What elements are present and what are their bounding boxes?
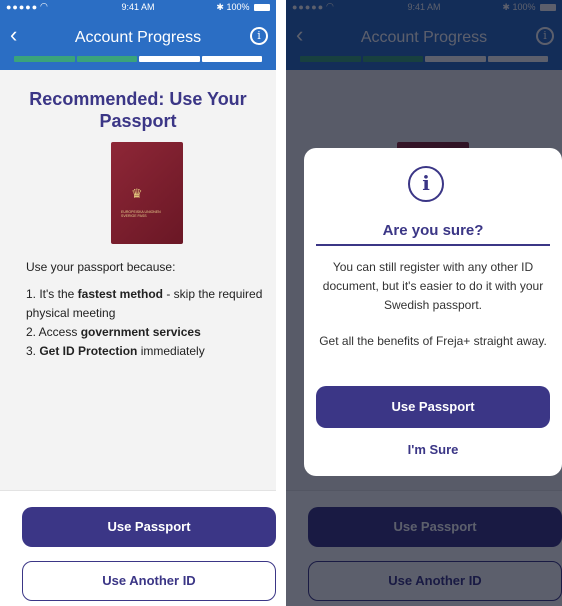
progress-step	[139, 56, 200, 62]
confirm-dialog: i Are you sure? You can still register w…	[304, 148, 562, 476]
dialog-title: Are you sure?	[382, 222, 484, 239]
progress-step	[201, 56, 262, 62]
im-sure-button[interactable]: I'm Sure	[304, 442, 562, 457]
list-item-emphasis: fastest method	[77, 287, 164, 301]
info-icon: i	[408, 166, 444, 202]
screen-recommendation: ●●●●● ◠ 9:41 AM ✱ 100% ‹ Account Progres…	[0, 0, 276, 606]
dialog-benefits-message: Get all the benefits of Freja+ straight …	[319, 334, 547, 348]
progress-step	[76, 56, 137, 62]
dialog-divider	[316, 244, 550, 246]
dialog-use-passport-button[interactable]: Use Passport	[316, 386, 550, 428]
battery-indicator: ✱ 100%	[216, 2, 270, 13]
progress-bar	[14, 56, 262, 62]
bluetooth-icon: ✱	[216, 2, 224, 12]
main-content: Recommended: Use Your Passport ♛ EUROPEI…	[0, 70, 276, 490]
list-item-text: 2. Access	[26, 325, 81, 339]
recommendation-heading: Recommended: Use Your Passport	[29, 89, 247, 131]
use-another-id-button[interactable]: Use Another ID	[22, 561, 276, 601]
list-item-text: immediately	[137, 344, 205, 358]
progress-step	[14, 56, 75, 62]
list-item-text: 3.	[26, 344, 40, 358]
list-item: 1. It's the fastest method - skip the re…	[26, 285, 268, 323]
crest-icon: ♛	[131, 186, 143, 201]
info-icon: i	[257, 29, 261, 42]
action-footer: Use Passport Use Another ID	[0, 490, 276, 606]
battery-percent: 100%	[226, 2, 250, 12]
list-item: 2. Access government services	[26, 323, 268, 342]
battery-icon	[254, 4, 270, 12]
passport-cover-text: EUROPEISKA UNIONEN SVERIGE PASS	[121, 210, 161, 218]
list-item-emphasis: government services	[80, 325, 201, 339]
info-button[interactable]: i	[250, 27, 268, 45]
status-bar: ●●●●● ◠ 9:41 AM ✱ 100%	[0, 1, 276, 14]
page-title: Account Progress	[74, 29, 202, 46]
dialog-message: You can still register with any other ID…	[322, 260, 544, 312]
list-item-emphasis: Get ID Protection	[39, 344, 138, 358]
list-item: 3. Get ID Protection immediately	[26, 342, 268, 361]
benefits-list: Use your passport because: 1. It's the f…	[26, 258, 268, 361]
top-bar: ●●●●● ◠ 9:41 AM ✱ 100% ‹ Account Progres…	[0, 0, 276, 70]
passport-image: ♛ EUROPEISKA UNIONEN SVERIGE PASS	[111, 142, 183, 244]
screen-divider	[276, 0, 286, 606]
screen-confirm-dialog: ●●●●● ◠ 9:41 AM ✱ 100% ‹ Account Progres…	[286, 0, 562, 606]
use-passport-button[interactable]: Use Passport	[22, 507, 276, 547]
list-item-text: 1. It's the	[26, 287, 78, 301]
benefits-intro: Use your passport because:	[26, 260, 176, 274]
